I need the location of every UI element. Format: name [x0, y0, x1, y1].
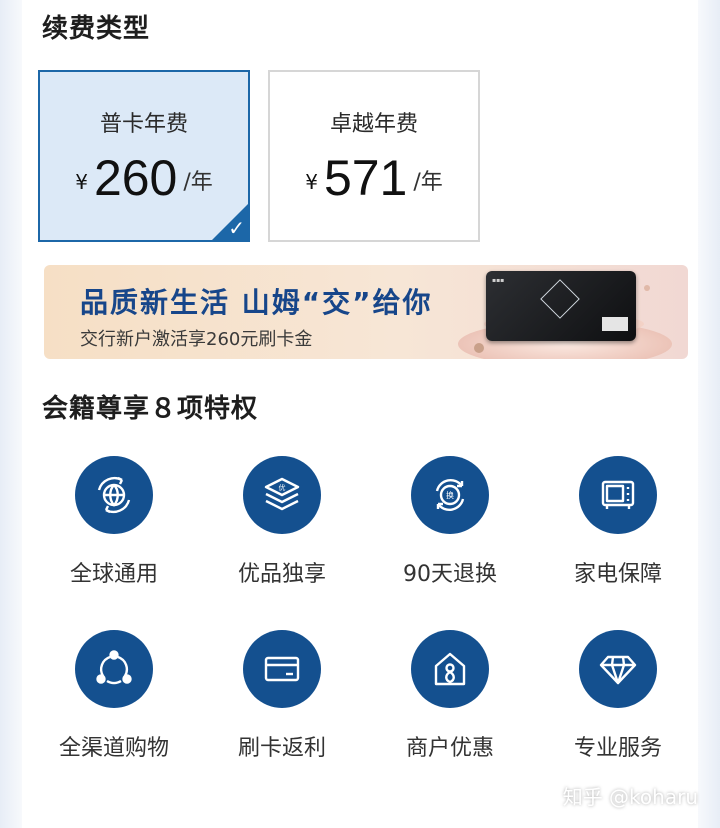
- benefit-omni-channel[interactable]: 全渠道购物: [34, 630, 194, 762]
- plan-name: 普卡年费: [99, 112, 188, 137]
- appliance-icon: [579, 456, 657, 534]
- promo-banner[interactable]: 品质新生活 山姆“交”给你 交行新户激活享260元刷卡金 ▪▪▪: [44, 265, 688, 359]
- decor-dot: [644, 285, 650, 291]
- benefit-card-cashback[interactable]: 刷卡返利: [202, 630, 362, 762]
- plan-price: ¥ 571 /年: [270, 152, 478, 204]
- page-edge-left: [0, 0, 22, 828]
- decor-dot: [474, 343, 484, 353]
- check-icon: ✓: [228, 216, 245, 240]
- plan-option-standard[interactable]: 普卡年费 ¥ 260 /年 ✓: [38, 70, 250, 242]
- benefit-label: 优品独享: [237, 562, 326, 587]
- price-amount: 571: [323, 150, 408, 206]
- svg-text:换: 换: [446, 490, 454, 500]
- benefit-exclusive-goods[interactable]: 优 优品独享: [202, 456, 362, 588]
- card-logo-icon: [540, 279, 580, 319]
- benefit-merchant-discount[interactable]: 商户优惠: [370, 630, 530, 762]
- benefit-label: 家电保障: [573, 562, 662, 587]
- store-icon: [411, 630, 489, 708]
- benefit-appliance-protection[interactable]: 家电保障: [538, 456, 698, 588]
- benefits-title: 会籍尊享８项特权: [42, 394, 259, 424]
- price-unit: /年: [183, 170, 213, 195]
- membership-card-image: ▪▪▪: [486, 271, 636, 341]
- source-watermark: 知乎 @koharu: [562, 785, 698, 809]
- benefit-label: 刷卡返利: [237, 736, 326, 761]
- layers-icon: 优: [243, 456, 321, 534]
- renewal-type-title: 续费类型: [42, 14, 151, 44]
- plan-name: 卓越年费: [329, 112, 418, 137]
- benefit-label: 90天退换: [403, 562, 497, 587]
- card-bank-mark: ▪▪▪: [492, 277, 505, 284]
- benefit-label: 商户优惠: [405, 736, 494, 761]
- benefit-label: 全渠道购物: [58, 736, 169, 761]
- benefit-90-day-return[interactable]: 换 90天退换: [370, 456, 530, 588]
- card-strip: [602, 317, 628, 331]
- benefit-label: 全球通用: [69, 562, 158, 587]
- banner-subtitle: 交行新户激活享260元刷卡金: [80, 329, 313, 350]
- banner-headline: 品质新生活 山姆“交”给你: [80, 286, 433, 319]
- svg-text:优: 优: [279, 483, 286, 492]
- benefit-label: 专业服务: [573, 736, 662, 761]
- globe-icon: [75, 456, 153, 534]
- price-amount: 260: [93, 150, 178, 206]
- diamond-icon: [579, 630, 657, 708]
- price-unit: /年: [413, 170, 443, 195]
- currency-symbol: ¥: [305, 170, 318, 194]
- benefit-global[interactable]: 全球通用: [34, 456, 194, 588]
- credit-card-icon: [243, 630, 321, 708]
- page-edge-right: [698, 0, 720, 828]
- plan-price: ¥ 260 /年: [40, 152, 248, 204]
- benefit-professional-service[interactable]: 专业服务: [538, 630, 698, 762]
- currency-symbol: ¥: [75, 170, 88, 194]
- plan-option-premium[interactable]: 卓越年费 ¥ 571 /年: [268, 70, 480, 242]
- network-icon: [75, 630, 153, 708]
- exchange-icon: 换: [411, 456, 489, 534]
